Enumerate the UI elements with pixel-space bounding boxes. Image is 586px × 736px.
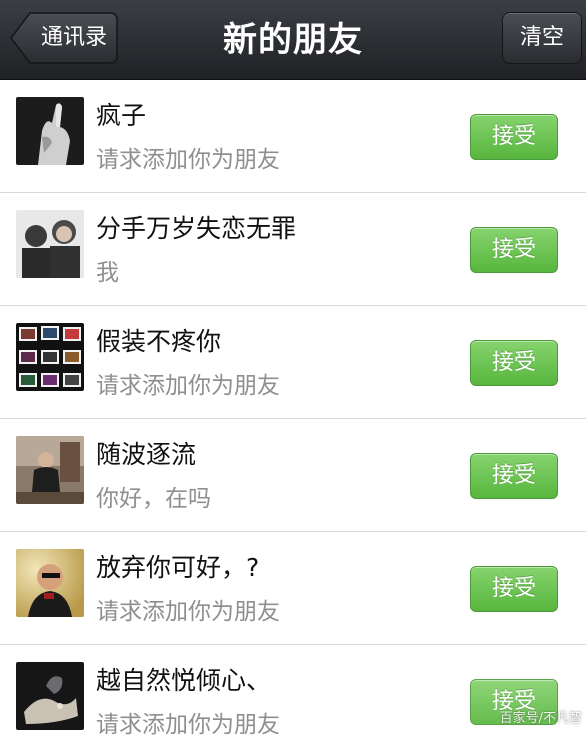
request-message: 请求添加你为朋友 (96, 147, 280, 173)
avatar (16, 549, 84, 617)
clear-button[interactable]: 清空 (502, 12, 582, 64)
request-name: 越自然悦倾心、 (96, 666, 272, 695)
request-message: 你好，在吗 (96, 486, 211, 512)
request-name: 疯子 (96, 101, 147, 130)
request-message: 请求添加你为朋友 (96, 599, 280, 625)
avatar (16, 436, 84, 504)
accept-button[interactable]: 接受 (470, 566, 558, 612)
request-name: 假装不疼你 (96, 327, 222, 356)
nav-bar: 通讯录 新的朋友 清空 (0, 0, 586, 80)
list-item[interactable]: 假装不疼你 请求添加你为朋友 接受 (0, 306, 586, 419)
request-name: 分手万岁失恋无罪 (96, 214, 297, 243)
avatar (16, 97, 84, 165)
list-item[interactable]: 随波逐流 你好，在吗 接受 (0, 419, 586, 532)
accept-button[interactable]: 接受 (470, 227, 558, 273)
accept-button[interactable]: 接受 (470, 340, 558, 386)
list-item[interactable]: 越自然悦倾心、 请求添加你为朋友 接受 (0, 645, 586, 736)
list-item[interactable]: 分手万岁失恋无罪 我 接受 (0, 193, 586, 306)
friend-request-list: 疯子 请求添加你为朋友 接受 分手万岁失恋无罪 我 接受 假装不疼你 请求添加你… (0, 80, 586, 736)
avatar (16, 662, 84, 730)
avatar (16, 210, 84, 278)
list-item[interactable]: 放弃你可好，? 请求添加你为朋友 接受 (0, 532, 586, 645)
accept-button[interactable]: 接受 (470, 114, 558, 160)
request-message: 请求添加你为朋友 (96, 373, 280, 399)
watermark: 百家号/不凡智 (499, 711, 582, 726)
list-item[interactable]: 疯子 请求添加你为朋友 接受 (0, 80, 586, 193)
accept-button[interactable]: 接受 (470, 453, 558, 499)
request-name: 随波逐流 (96, 440, 197, 469)
request-message: 请求添加你为朋友 (96, 712, 280, 736)
request-name: 放弃你可好，? (96, 553, 260, 582)
avatar (16, 323, 84, 391)
request-message: 我 (96, 260, 119, 286)
page-title: 新的朋友 (223, 20, 363, 60)
